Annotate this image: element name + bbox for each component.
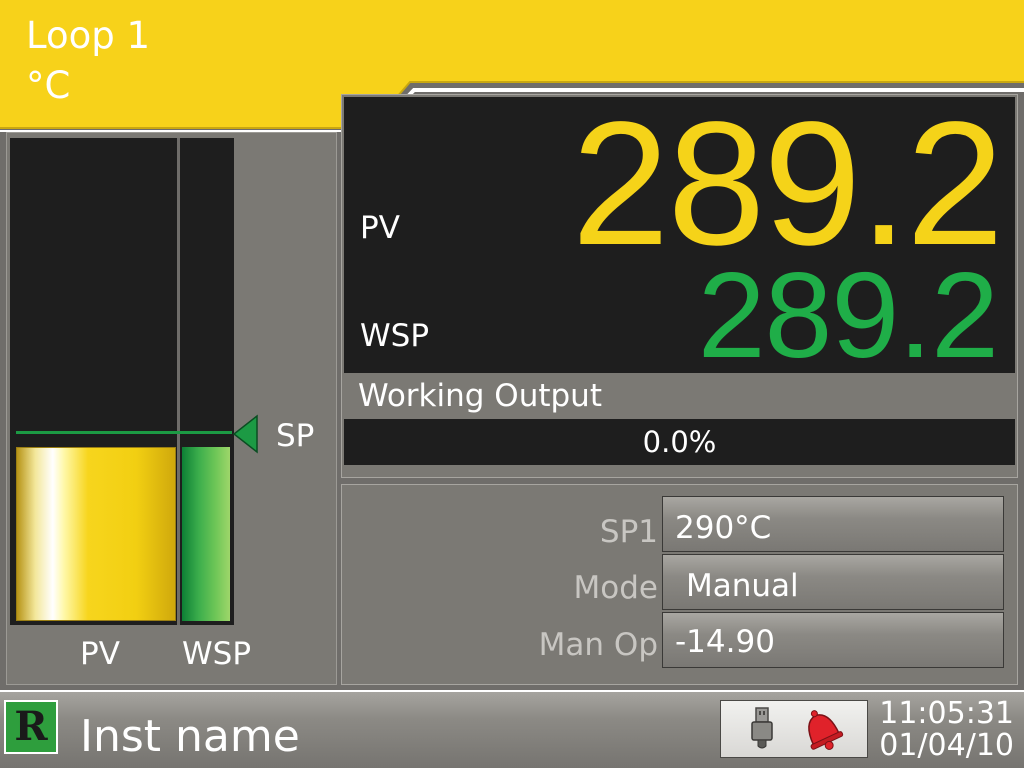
- loop-title: Loop 1: [26, 14, 151, 57]
- working-output-value: 0.0%: [642, 425, 717, 459]
- wsp-value: 289.2: [697, 247, 999, 383]
- sp1-label: SP1: [599, 514, 658, 550]
- pv-label: PV: [360, 210, 400, 246]
- clock-date: 01/04/10: [879, 728, 1014, 763]
- bargraph-divider: [177, 138, 180, 625]
- clock-time: 11:05:31: [879, 696, 1014, 731]
- setpoint-label: SP: [276, 418, 315, 454]
- usb-icon: [751, 707, 773, 749]
- working-output-title: Working Output: [358, 378, 602, 414]
- units-label: °C: [26, 64, 71, 107]
- mode-label: Mode: [573, 570, 658, 606]
- manual-output-value: -14.90: [675, 624, 775, 660]
- wsp-label: WSP: [360, 318, 430, 354]
- pv-bar-label: PV: [80, 636, 120, 672]
- wsp-bar-label: WSP: [182, 636, 252, 672]
- setpoint-line: [16, 431, 232, 434]
- manual-output-label: Man Op: [538, 627, 658, 663]
- mode-value: Manual: [686, 568, 799, 604]
- pv-bar: [16, 447, 176, 621]
- wsp-bar: [182, 447, 230, 621]
- pv-value: 289.2: [571, 86, 1004, 282]
- alarm-bell-icon: [808, 710, 844, 750]
- logo-letter: R: [14, 703, 48, 750]
- sp1-value: 290°C: [675, 510, 772, 546]
- instrument-name: Inst name: [80, 711, 300, 762]
- setpoint-marker-icon: [232, 414, 258, 454]
